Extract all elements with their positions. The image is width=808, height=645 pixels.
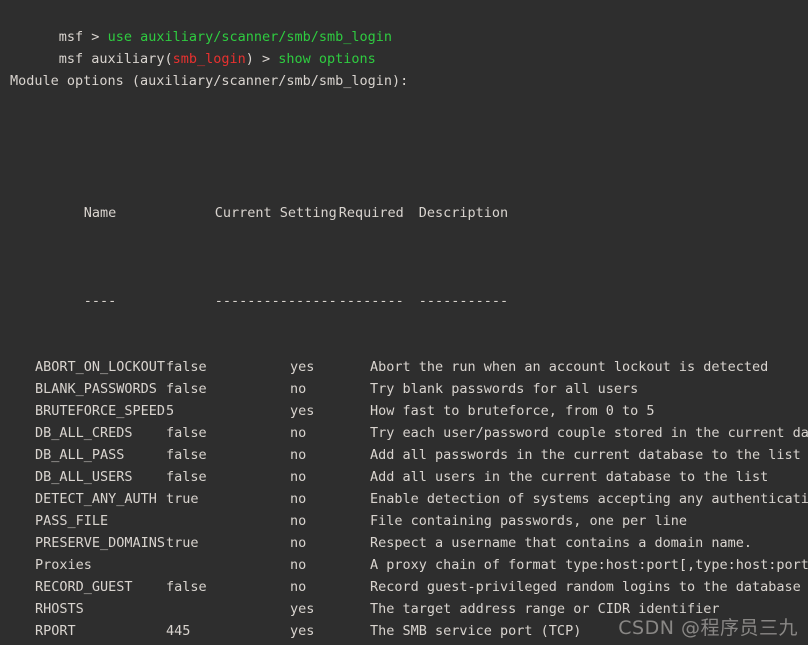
column-header-required: Required [338, 205, 404, 221]
option-required: no [290, 491, 307, 507]
option-description: File containing passwords, one per line [370, 513, 687, 529]
option-current-setting: false [166, 381, 207, 397]
option-current-setting: false [166, 425, 207, 441]
option-description: Add all passwords in the current databas… [370, 447, 801, 463]
option-description: Try blank passwords for all users [370, 381, 639, 397]
table-header-rule-row: ---- --------------- -------- ----------- [35, 268, 808, 309]
option-required: no [290, 513, 307, 529]
option-required: no [290, 579, 307, 595]
option-name: DB_ALL_CREDS [35, 425, 133, 441]
option-name: DB_ALL_USERS [35, 469, 133, 485]
terminal-window: msf > use auxiliary/scanner/smb/smb_logi… [0, 0, 808, 645]
option-description: Enable detection of systems accepting an… [370, 491, 808, 507]
prompt-label-msf: msf > [58, 29, 108, 45]
option-description: Add all users in the current database to… [370, 469, 769, 485]
option-required: no [290, 469, 307, 485]
column-header-current-setting: Current Setting [214, 205, 337, 221]
prompt-block: msf > use auxiliary/scanner/smb/smb_logi… [0, 0, 808, 67]
option-required: no [290, 447, 307, 463]
option-name: RHOSTS [35, 601, 84, 617]
table-row: RHOSTS yes The target address range or CID… [35, 598, 808, 620]
option-required: yes [290, 623, 315, 639]
table-row: PASS_FILE no File containing passwords, on… [35, 510, 808, 532]
option-current-setting: 5 [166, 403, 175, 419]
option-description: Abort the run when an account lockout is… [370, 359, 769, 375]
option-description: Respect a username that contains a domai… [370, 535, 753, 551]
option-required: no [290, 535, 307, 551]
option-name: ABORT_ON_LOCKOUT [35, 359, 166, 375]
module-options-table: Name Current Setting Required Description -… [0, 114, 808, 645]
table-row: PRESERVE_DOMAINStrue no Respect a username… [35, 532, 808, 554]
option-current-setting: false [166, 447, 207, 463]
column-header-name: Name [83, 205, 117, 221]
option-required: no [290, 557, 307, 573]
option-description: A proxy chain of format type:host:port[,… [370, 557, 808, 573]
option-current-setting: true [166, 535, 199, 551]
table-row: DETECT_ANY_AUTH true no Enable detection of… [35, 488, 808, 510]
table-row: DB_ALL_USERS false no Add all users in the … [35, 466, 808, 488]
option-current-setting: false [166, 359, 207, 375]
option-current-setting: false [166, 579, 207, 595]
option-name: PRESERVE_DOMAINS [35, 535, 166, 551]
option-description: Try each user/password couple stored in … [370, 425, 808, 441]
option-required: no [290, 381, 307, 397]
option-description: Record guest-privileged random logins to… [370, 579, 801, 595]
option-name: PASS_FILE [35, 513, 109, 529]
option-name: BLANK_PASSWORDS [35, 381, 157, 397]
module-options-heading: Module options (auxiliary/scanner/smb/sm… [10, 73, 409, 89]
command-show-options: show options [278, 51, 376, 67]
option-description: How fast to bruteforce, from 0 to 5 [370, 403, 655, 419]
option-name: DETECT_ANY_AUTH [35, 491, 157, 507]
rule-description: ----------- [418, 293, 509, 309]
option-name: RPORT [35, 623, 76, 639]
option-required: yes [290, 601, 315, 617]
option-required: no [290, 425, 307, 441]
prompt-module-name: smb_login [172, 51, 246, 67]
table-row: RECORD_GUEST false no Record guest-privileg… [35, 576, 808, 598]
option-name: BRUTEFORCE_SPEED [35, 403, 166, 419]
option-name: RECORD_GUEST [35, 579, 133, 595]
table-row: RPORT 445 yes The SMB service port (TCP) [35, 620, 808, 642]
rule-current-setting: --------------- [214, 293, 337, 309]
option-name: DB_ALL_PASS [35, 447, 125, 463]
prompt-line-use: msf > use auxiliary/scanner/smb/smb_logi… [10, 4, 808, 45]
rule-required: -------- [338, 293, 404, 309]
option-current-setting: 445 [166, 623, 191, 639]
option-required: yes [290, 403, 315, 419]
option-description: The target address range or CIDR identif… [370, 601, 720, 617]
command-use-module: use auxiliary/scanner/smb/smb_login [107, 29, 393, 45]
table-row: ABORT_ON_LOCKOUTfalse yes Abort the run wh… [35, 356, 808, 378]
table-row: BLANK_PASSWORDS false no Try blank password… [35, 378, 808, 400]
option-current-setting: true [166, 491, 199, 507]
option-required: yes [290, 359, 315, 375]
table-header-row: Name Current Setting Required Description [35, 180, 808, 221]
table-row: DB_ALL_CREDS false no Try each user/passwor… [35, 422, 808, 444]
option-description: The SMB service port (TCP) [370, 623, 582, 639]
rule-name: ---- [83, 293, 117, 309]
option-current-setting: false [166, 469, 207, 485]
table-row: Proxies no A proxy chain of format type:ho… [35, 554, 808, 576]
table-row: DB_ALL_PASS false no Add all passwords in t… [35, 444, 808, 466]
column-header-description: Description [418, 205, 509, 221]
option-name: Proxies [35, 557, 92, 573]
table-row: BRUTEFORCE_SPEED5 yes How fast to brutefor… [35, 400, 808, 422]
table-body: ABORT_ON_LOCKOUTfalse yes Abort the run wh… [35, 356, 808, 645]
prompt-label-auxiliary: msf auxiliary( [58, 51, 173, 67]
prompt-caret: ) > [245, 51, 279, 67]
